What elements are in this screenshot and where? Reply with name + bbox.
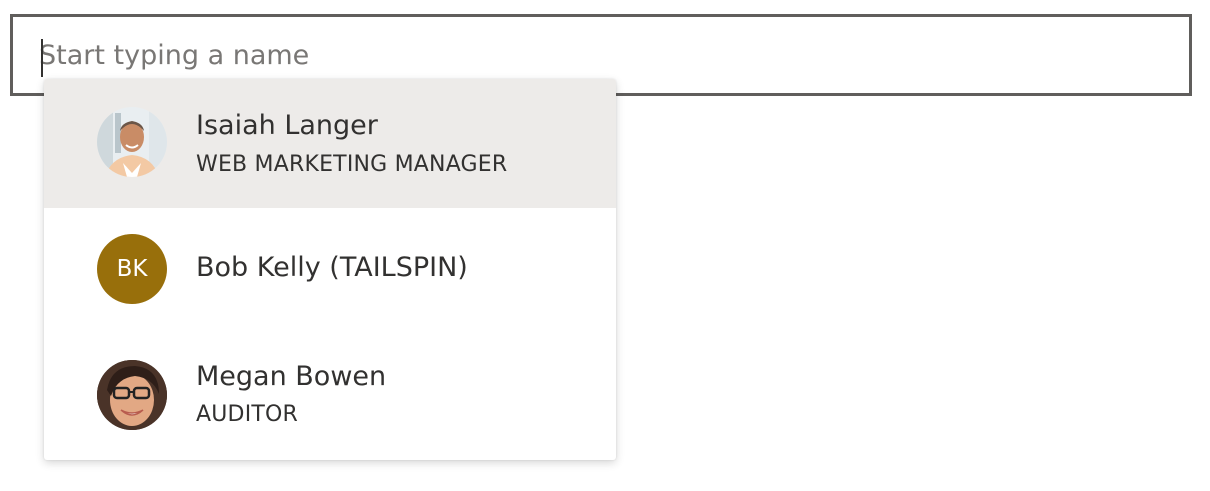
person-photo-icon <box>97 107 167 177</box>
person-title: WEB MARKETING MANAGER <box>196 152 508 177</box>
person-name: Bob Kelly (TAILSPIN) <box>196 252 468 283</box>
suggestions-dropdown: Isaiah Langer WEB MARKETING MANAGER BK B… <box>44 79 616 460</box>
person-photo-icon <box>97 360 167 430</box>
person-title: AUDITOR <box>196 402 299 427</box>
text-caret <box>41 39 43 77</box>
initials-avatar: BK <box>97 234 167 304</box>
person-name: Megan Bowen <box>196 361 387 392</box>
suggestion-item-isaiah-langer[interactable]: Isaiah Langer WEB MARKETING MANAGER <box>44 79 616 208</box>
person-name: Isaiah Langer <box>196 110 378 141</box>
suggestion-item-bob-kelly[interactable]: BK Bob Kelly (TAILSPIN) <box>44 208 616 332</box>
suggestion-item-megan-bowen[interactable]: Megan Bowen AUDITOR <box>44 332 616 460</box>
